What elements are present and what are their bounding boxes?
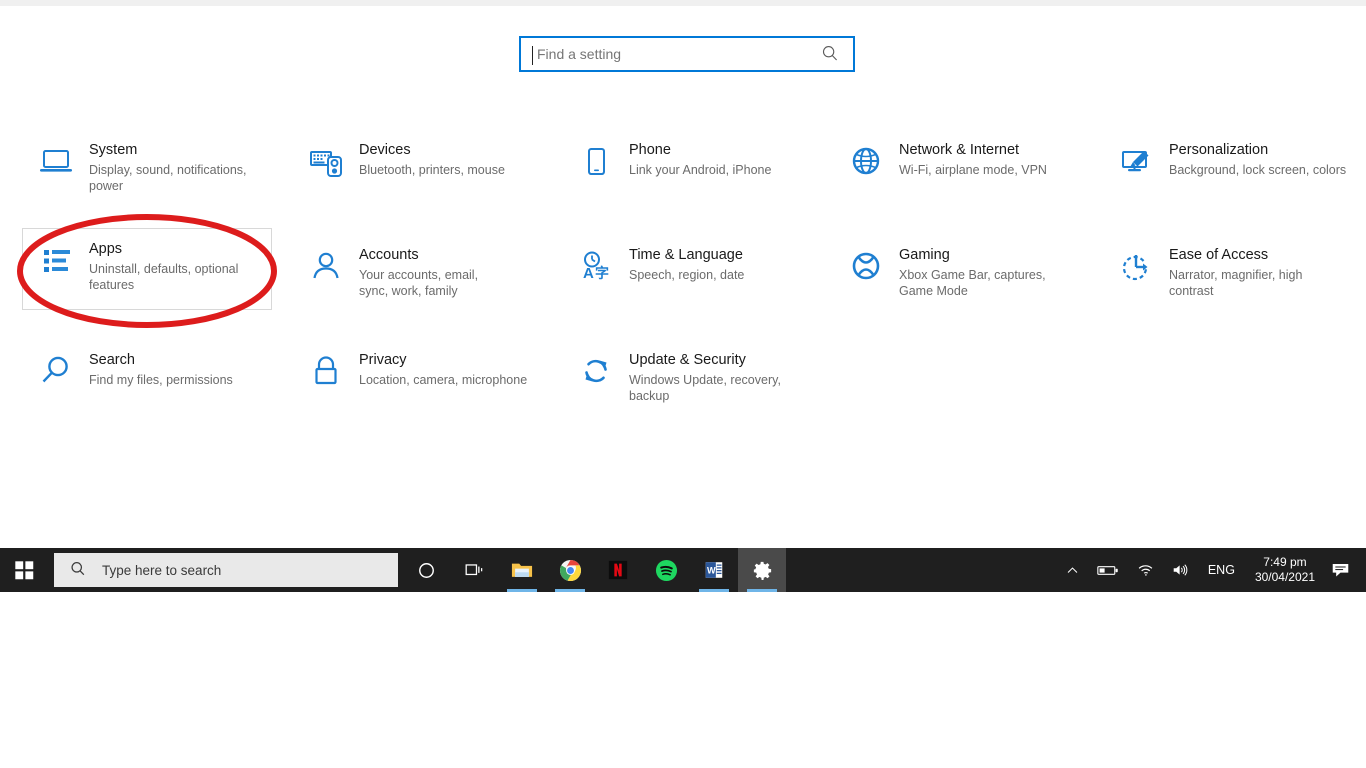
text-caret (532, 46, 533, 65)
clock-date: 30/04/2021 (1254, 570, 1315, 584)
tile-subtitle: Narrator, magnifier, high contrast (1169, 268, 1303, 298)
windows-start-icon[interactable] (0, 548, 48, 592)
taskbar: Type here to search W ENG 7:49 pm 30/04/… (0, 548, 1366, 592)
settings-tile-devices[interactable]: Devices Bluetooth, printers, mouse (292, 129, 542, 193)
tile-subtitle: Xbox Game Bar, captures, Game Mode (899, 268, 1046, 298)
tile-title: Update & Security (629, 352, 746, 368)
system-tray: ENG 7:49 pm 30/04/2021 (1057, 548, 1366, 592)
tile-subtitle: Background, lock screen, colors (1169, 163, 1347, 177)
paintbrush-monitor-icon (1115, 140, 1157, 182)
wifi-icon[interactable] (1128, 548, 1163, 592)
tile-title: Personalization (1169, 142, 1269, 158)
tile-subtitle: Bluetooth, printers, mouse (359, 163, 505, 177)
spotify-icon[interactable] (642, 548, 690, 592)
word-icon[interactable]: W (690, 548, 738, 592)
settings-tile-system[interactable]: System Display, sound, notifications, po… (22, 129, 272, 205)
settings-tile-apps[interactable]: Apps Uninstall, defaults, optional featu… (22, 228, 272, 310)
clock[interactable]: 7:49 pm 30/04/2021 (1245, 555, 1325, 585)
tile-title: Search (89, 352, 135, 368)
tile-text: Accounts Your accounts, email, sync, wor… (359, 245, 509, 299)
svg-text:A: A (583, 265, 594, 282)
search-icon (68, 559, 90, 581)
tile-title: Phone (629, 142, 671, 158)
tile-title: Ease of Access (1169, 247, 1269, 263)
chrome-icon[interactable] (546, 548, 594, 592)
tile-text: Ease of Access Narrator, magnifier, high… (1169, 245, 1329, 299)
search-input[interactable] (521, 45, 819, 63)
ease-of-access-icon (1115, 245, 1157, 287)
tile-title: System (89, 142, 138, 158)
xbox-icon (845, 245, 887, 287)
tile-text: Search Find my files, permissions (89, 350, 233, 388)
notification-icon[interactable] (1325, 548, 1362, 592)
file-explorer-icon[interactable] (498, 548, 546, 592)
tile-text: Personalization Background, lock screen,… (1169, 140, 1346, 178)
volume-icon[interactable] (1163, 548, 1198, 592)
settings-tile-ease-of-access[interactable]: Ease of Access Narrator, magnifier, high… (1102, 234, 1364, 310)
settings-tile-personalization[interactable]: Personalization Background, lock screen,… (1102, 129, 1364, 193)
tile-title: Network & Internet (899, 142, 1020, 158)
settings-tile-privacy[interactable]: Privacy Location, camera, microphone (292, 339, 542, 403)
svg-text:W: W (707, 566, 716, 576)
refresh-icon (575, 350, 617, 392)
find-a-setting-box[interactable] (519, 36, 855, 72)
tile-title: Gaming (899, 247, 950, 263)
tile-text: Privacy Location, camera, microphone (359, 350, 527, 388)
battery-icon[interactable] (1088, 548, 1128, 592)
settings-tile-phone[interactable]: Phone Link your Android, iPhone (562, 129, 812, 193)
tile-subtitle: Your accounts, email, sync, work, family (359, 268, 479, 298)
tile-text: Gaming Xbox Game Bar, captures, Game Mod… (899, 245, 1069, 299)
tile-text: Update & Security Windows Update, recove… (629, 350, 799, 404)
language-indicator[interactable]: ENG (1198, 563, 1245, 577)
tile-subtitle: Link your Android, iPhone (629, 163, 772, 177)
clock-language-icon: A 字 (575, 245, 617, 287)
tile-text: System Display, sound, notifications, po… (89, 140, 259, 194)
tile-subtitle: Display, sound, notifications, power (89, 163, 247, 193)
settings-tile-network-internet[interactable]: Network & Internet Wi-Fi, airplane mode,… (832, 129, 1082, 193)
tile-subtitle: Windows Update, recovery, backup (629, 373, 781, 403)
taskbar-app-buttons: W (402, 548, 786, 592)
tile-subtitle: Uninstall, defaults, optional features (89, 262, 239, 292)
clock-time: 7:49 pm (1263, 555, 1307, 569)
tile-title: Devices (359, 142, 411, 158)
tile-text: Devices Bluetooth, printers, mouse (359, 140, 505, 178)
chevron-up-icon[interactable] (1057, 548, 1088, 592)
settings-tile-accounts[interactable]: Accounts Your accounts, email, sync, wor… (292, 234, 542, 310)
monitor-icon (35, 140, 77, 182)
person-icon (305, 245, 347, 287)
settings-tile-gaming[interactable]: Gaming Xbox Game Bar, captures, Game Mod… (832, 234, 1082, 310)
globe-icon (845, 140, 887, 182)
desktop-background (0, 592, 1366, 768)
taskbar-search-box[interactable]: Type here to search (54, 553, 398, 587)
settings-tile-update-security[interactable]: Update & Security Windows Update, recove… (562, 339, 812, 415)
find-a-setting-wrapper (519, 36, 855, 72)
settings-window: System Display, sound, notifications, po… (0, 6, 1366, 548)
tile-title: Accounts (359, 247, 419, 263)
tile-title: Apps (89, 241, 123, 257)
tile-text: Time & Language Speech, region, date (629, 245, 744, 283)
tile-text: Phone Link your Android, iPhone (629, 140, 771, 178)
tile-text: Network & Internet Wi-Fi, airplane mode,… (899, 140, 1047, 178)
netflix-icon[interactable] (594, 548, 642, 592)
tile-title: Privacy (359, 352, 407, 368)
tile-subtitle: Location, camera, microphone (359, 373, 528, 387)
magnifier-icon (35, 350, 77, 392)
cortana-icon[interactable] (402, 548, 450, 592)
keyboard-device-icon (305, 140, 347, 182)
tile-title: Time & Language (629, 247, 743, 263)
settings-gear-icon[interactable] (738, 548, 786, 592)
app-list-icon (35, 239, 77, 281)
task-view-icon[interactable] (450, 548, 498, 592)
tile-subtitle: Speech, region, date (629, 268, 745, 282)
lock-icon (305, 350, 347, 392)
settings-tile-time-language[interactable]: A 字 Time & Language Speech, region, date (562, 234, 812, 298)
settings-tile-search[interactable]: Search Find my files, permissions (22, 339, 272, 403)
svg-text:字: 字 (595, 265, 609, 282)
tile-text: Apps Uninstall, defaults, optional featu… (89, 239, 257, 293)
search-icon[interactable] (819, 43, 841, 65)
phone-icon (575, 140, 617, 182)
tile-subtitle: Wi-Fi, airplane mode, VPN (899, 163, 1047, 177)
tile-subtitle: Find my files, permissions (89, 373, 233, 387)
taskbar-search-placeholder: Type here to search (102, 562, 222, 578)
